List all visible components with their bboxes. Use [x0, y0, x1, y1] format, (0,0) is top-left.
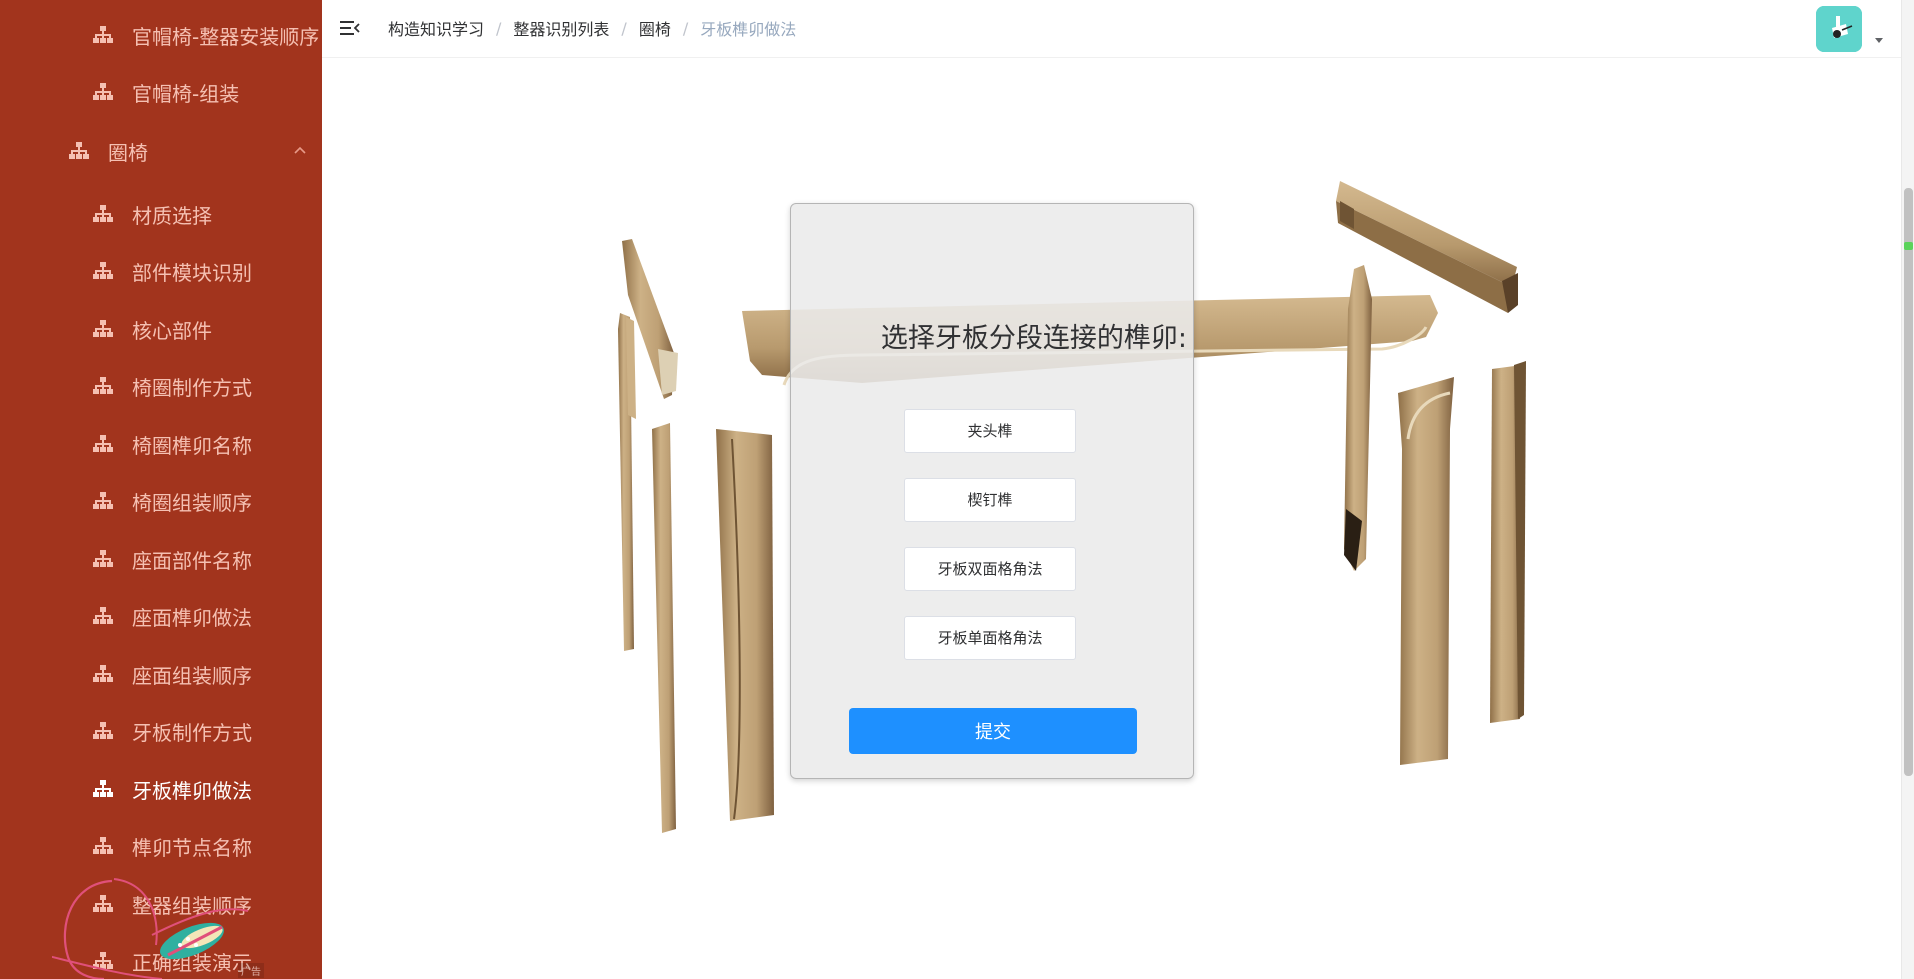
- sidebar-item-core-parts[interactable]: 核心部件: [0, 301, 322, 357]
- post-right-far: [1490, 361, 1526, 723]
- sitemap-icon: [92, 25, 114, 45]
- sidebar-item-label: 牙板榫卯做法: [132, 778, 252, 803]
- sitemap-icon: [92, 951, 114, 971]
- sidebar-item-label: 整器组装顺序: [132, 893, 252, 918]
- sidebar-item-label: 官帽椅-整器安装顺序: [132, 24, 320, 49]
- sidebar-item-joint-node-names[interactable]: 榫卯节点名称: [0, 818, 322, 874]
- sitemap-icon: [92, 894, 114, 914]
- post-left-outer: [618, 313, 636, 651]
- breadcrumb-separator: /: [621, 18, 627, 38]
- sitemap-icon: [92, 664, 114, 684]
- breadcrumb: 构造知识学习 / 整器识别列表 / 圈椅 / 牙板榫卯做法: [388, 16, 796, 40]
- sidebar-item-module-recognition[interactable]: 部件模块识别: [0, 243, 322, 299]
- sitemap-icon: [92, 82, 114, 102]
- post-center-main: [716, 429, 774, 821]
- sidebar-item-label: 座面组装顺序: [132, 663, 252, 688]
- breadcrumb-separator: /: [496, 18, 502, 38]
- sidebar-item-seat-assembly-order[interactable]: 座面组装顺序: [0, 646, 322, 702]
- user-avatar[interactable]: [1816, 6, 1862, 52]
- breadcrumb-current: 牙板榫卯做法: [700, 20, 797, 39]
- sitemap-icon: [92, 491, 114, 511]
- sitemap-icon: [92, 204, 114, 224]
- sidebar-item-label: 椅圈组装顺序: [132, 490, 252, 515]
- chevron-up-icon: [290, 141, 310, 161]
- sitemap-icon: [92, 376, 114, 396]
- sidebar-item-whole-assembly-order[interactable]: 整器组装顺序: [0, 876, 322, 932]
- sidebar-item-correct-assembly-demo[interactable]: 正确组装演示: [0, 933, 322, 979]
- scrollbar-thumb[interactable]: [1904, 188, 1913, 776]
- menu-fold-icon[interactable]: [338, 16, 362, 40]
- sidebar: 官帽椅-整器安装顺序 官帽椅-组装 圈椅 材质选择 部件模块识别 核心部件 椅圈…: [0, 0, 322, 979]
- sidebar-item-label: 材质选择: [132, 203, 212, 228]
- leg-right-curved: [1398, 377, 1454, 765]
- sidebar-item-apron-joint-method[interactable]: 牙板榫卯做法: [0, 761, 322, 817]
- sitemap-icon: [92, 319, 114, 339]
- sitemap-icon: [92, 836, 114, 856]
- app-root: 官帽椅-整器安装顺序 官帽椅-组装 圈椅 材质选择 部件模块识别 核心部件 椅圈…: [0, 0, 1914, 979]
- sidebar-submenu-quanyi[interactable]: 圈椅: [0, 123, 322, 179]
- scrollbar-marker: [1904, 242, 1913, 250]
- sidebar-item-seat-joint-method[interactable]: 座面榫卯做法: [0, 588, 322, 644]
- sidebar-item-label: 核心部件: [132, 318, 212, 343]
- question-title: 选择牙板分段连接的榫卯:: [880, 323, 1187, 354]
- option-button-single-miter[interactable]: 牙板单面格角法: [904, 616, 1076, 660]
- sitemap-icon: [92, 434, 114, 454]
- breadcrumb-item[interactable]: 圈椅: [639, 16, 671, 40]
- sidebar-item-label: 圈椅: [108, 140, 148, 165]
- sitemap-icon: [92, 549, 114, 569]
- sidebar-item-label: 榫卯节点名称: [132, 835, 252, 860]
- sidebar-item-seat-part-names[interactable]: 座面部件名称: [0, 531, 322, 587]
- sidebar-item-label: 正确组装演示: [132, 950, 252, 975]
- sidebar-item-label: 部件模块识别: [132, 260, 252, 285]
- post-right-back: [1344, 265, 1372, 571]
- sidebar-item-material[interactable]: 材质选择: [0, 186, 322, 242]
- option-button-jiatousun[interactable]: 夹头榫: [904, 409, 1076, 453]
- sitemap-icon: [92, 721, 114, 741]
- ad-tag: 广告: [238, 963, 264, 978]
- sitemap-icon: [92, 261, 114, 281]
- caret-down-icon[interactable]: [1873, 34, 1885, 46]
- option-button-xiedingsun[interactable]: 楔钉榫: [904, 478, 1076, 522]
- sidebar-item-label: 椅圈榫卯名称: [132, 433, 252, 458]
- sidebar-item-guanmaoyi-assemble[interactable]: 官帽椅-组装: [0, 64, 322, 120]
- sidebar-item-ring-assembly-order[interactable]: 椅圈组装顺序: [0, 473, 322, 529]
- question-panel: 选择牙板分段连接的榫卯: 夹头榫 楔钉榫 牙板双面格角法 牙板单面格角法 提交: [790, 203, 1194, 779]
- top-navbar: 构造知识学习 / 整器识别列表 / 圈椅 / 牙板榫卯做法: [322, 0, 1914, 58]
- sidebar-item-label: 座面部件名称: [132, 548, 252, 573]
- sidebar-item-label: 牙板制作方式: [132, 720, 252, 745]
- sidebar-item-label: 官帽椅-组装: [132, 81, 240, 106]
- page-scrollbar[interactable]: [1901, 0, 1914, 979]
- submit-button[interactable]: 提交: [849, 708, 1137, 754]
- breadcrumb-item[interactable]: 构造知识学习: [388, 16, 484, 40]
- sidebar-item-ring-joint-names[interactable]: 椅圈榫卯名称: [0, 416, 322, 472]
- post-center-left: [652, 423, 676, 833]
- sidebar-item-apron-making[interactable]: 牙板制作方式: [0, 703, 322, 759]
- sidebar-item-guanmaoyi-order[interactable]: 官帽椅-整器安装顺序: [0, 7, 322, 63]
- sitemap-icon: [92, 606, 114, 626]
- sidebar-item-label: 椅圈制作方式: [132, 375, 252, 400]
- breadcrumb-item[interactable]: 整器识别列表: [513, 16, 609, 40]
- sidebar-item-ring-making[interactable]: 椅圈制作方式: [0, 358, 322, 414]
- sidebar-item-label: 座面榫卯做法: [132, 605, 252, 630]
- sitemap-icon: [68, 141, 90, 161]
- breadcrumb-separator: /: [682, 18, 689, 38]
- sitemap-icon: [92, 779, 114, 799]
- option-button-double-miter[interactable]: 牙板双面格角法: [904, 547, 1076, 591]
